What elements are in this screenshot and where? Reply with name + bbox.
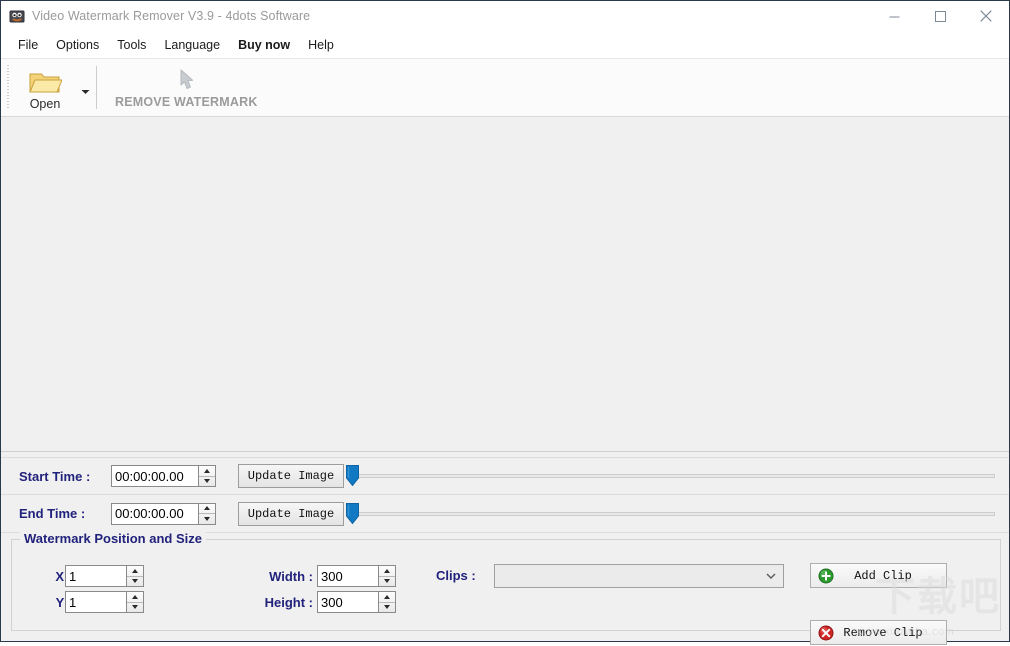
start-time-spin-up[interactable] <box>199 466 215 477</box>
end-slider-track[interactable] <box>352 511 995 516</box>
height-spin-down[interactable] <box>379 603 395 613</box>
y-spin-buttons[interactable] <box>127 591 144 613</box>
arrow-up-icon <box>132 594 138 599</box>
y-input[interactable]: 1 <box>65 591 127 613</box>
x-circle-icon <box>818 625 834 641</box>
y-spinner[interactable]: 1 <box>65 591 144 613</box>
menu-bar: File Options Tools Language Buy now Help <box>1 31 1009 59</box>
end-time-label: End Time : <box>19 506 86 521</box>
start-time-row: Start Time : 00:00:00.00 Update Image <box>1 457 1009 495</box>
cursor-arrow-icon <box>173 68 199 94</box>
toolbar-separator <box>96 66 97 109</box>
height-spin-buttons[interactable] <box>379 591 396 613</box>
height-input[interactable]: 300 <box>317 591 379 613</box>
arrow-down-icon <box>384 605 390 610</box>
application-window: Video Watermark Remover V3.9 - 4dots Sof… <box>0 0 1010 645</box>
width-spin-buttons[interactable] <box>379 565 396 587</box>
bottom-panel: Watermark Position and Size X : 1 Y : 1 <box>1 531 1009 645</box>
plus-circle-icon <box>818 568 834 584</box>
width-spin-down[interactable] <box>379 577 395 587</box>
x-spin-down[interactable] <box>127 577 143 587</box>
toolbar: Open REMOVE WATERMARK <box>1 59 1009 117</box>
width-spinner[interactable]: 300 <box>317 565 396 587</box>
height-spinner[interactable]: 300 <box>317 591 396 613</box>
height-spin-up[interactable] <box>379 592 395 603</box>
close-button[interactable] <box>963 1 1009 31</box>
close-icon <box>980 10 992 22</box>
x-spin-up[interactable] <box>127 566 143 577</box>
timeline-panel: Start Time : 00:00:00.00 Update Image En… <box>1 452 1009 533</box>
start-update-image-button[interactable]: Update Image <box>238 464 344 488</box>
end-slider-thumb[interactable] <box>346 502 359 524</box>
width-label: Width : <box>269 569 313 584</box>
x-input[interactable]: 1 <box>65 565 127 587</box>
video-preview-area[interactable] <box>1 117 1009 452</box>
remove-clip-label: Remove Clip <box>843 625 923 640</box>
x-spinner[interactable]: 1 <box>65 565 144 587</box>
start-slider-track[interactable] <box>352 474 995 478</box>
menu-item-language[interactable]: Language <box>155 34 229 56</box>
arrow-down-icon <box>384 579 390 584</box>
chevron-down-icon <box>766 573 776 579</box>
arrow-down-icon <box>132 605 138 610</box>
add-clip-label: Add Clip <box>854 568 912 583</box>
arrow-up-icon <box>384 568 390 573</box>
start-time-spin-buttons[interactable] <box>199 465 216 487</box>
remove-watermark-button[interactable]: REMOVE WATERMARK <box>101 59 272 116</box>
menu-item-file[interactable]: File <box>9 34 47 56</box>
start-time-label: Start Time : <box>19 468 91 484</box>
end-time-spin-down[interactable] <box>199 514 215 524</box>
height-label: Height : <box>264 595 313 610</box>
maximize-icon <box>934 10 946 22</box>
remove-clip-button[interactable]: Remove Clip <box>810 620 947 645</box>
clips-dropdown[interactable] <box>494 564 784 588</box>
chevron-down-icon <box>81 89 89 94</box>
arrow-down-icon <box>132 579 138 584</box>
width-input[interactable]: 300 <box>317 565 379 587</box>
arrow-up-icon <box>204 506 210 511</box>
window-controls <box>871 1 1009 31</box>
add-clip-button[interactable]: Add Clip <box>810 563 947 588</box>
end-update-image-button[interactable]: Update Image <box>238 501 344 526</box>
y-spin-up[interactable] <box>127 592 143 603</box>
end-time-slider[interactable] <box>346 502 995 526</box>
y-spin-down[interactable] <box>127 603 143 613</box>
arrow-up-icon <box>204 468 210 473</box>
minimize-icon <box>889 16 899 17</box>
open-dropdown-button[interactable] <box>76 59 94 116</box>
folder-open-icon <box>28 68 63 96</box>
menu-item-tools[interactable]: Tools <box>108 34 155 56</box>
app-icon <box>9 8 25 24</box>
start-time-spinner[interactable]: 00:00:00.00 <box>111 465 216 487</box>
open-button-label: Open <box>29 96 61 111</box>
clips-label: Clips : <box>436 568 476 583</box>
arrow-up-icon <box>384 594 390 599</box>
watermark-position-size-group: Watermark Position and Size X : 1 Y : 1 <box>11 531 1001 645</box>
x-spin-buttons[interactable] <box>127 565 144 587</box>
remove-watermark-label: REMOVE WATERMARK <box>115 95 258 109</box>
watermark-group-title: Watermark Position and Size <box>20 531 206 546</box>
menu-item-help[interactable]: Help <box>299 34 343 56</box>
menu-item-options[interactable]: Options <box>47 34 108 56</box>
minimize-button[interactable] <box>871 1 917 31</box>
start-slider-thumb[interactable] <box>346 465 359 487</box>
open-button[interactable]: Open <box>14 59 76 116</box>
maximize-button[interactable] <box>917 1 963 31</box>
end-time-row: End Time : 00:00:00.00 Update Image <box>1 495 1009 533</box>
arrow-down-icon <box>204 479 210 484</box>
start-time-slider[interactable] <box>346 464 995 488</box>
end-time-spin-up[interactable] <box>199 504 215 514</box>
arrow-up-icon <box>132 568 138 573</box>
window-title: Video Watermark Remover V3.9 - 4dots Sof… <box>32 9 311 23</box>
toolbar-grip-handle[interactable] <box>5 65 11 110</box>
menu-item-buy-now[interactable]: Buy now <box>229 34 299 56</box>
end-time-spinner[interactable]: 00:00:00.00 <box>111 502 216 525</box>
end-time-spin-buttons[interactable] <box>199 502 216 525</box>
title-bar: Video Watermark Remover V3.9 - 4dots Sof… <box>1 1 1009 31</box>
arrow-down-icon <box>204 516 210 521</box>
start-time-spin-down[interactable] <box>199 477 215 487</box>
start-time-input[interactable]: 00:00:00.00 <box>111 465 199 487</box>
end-time-input[interactable]: 00:00:00.00 <box>111 502 199 525</box>
width-spin-up[interactable] <box>379 566 395 577</box>
